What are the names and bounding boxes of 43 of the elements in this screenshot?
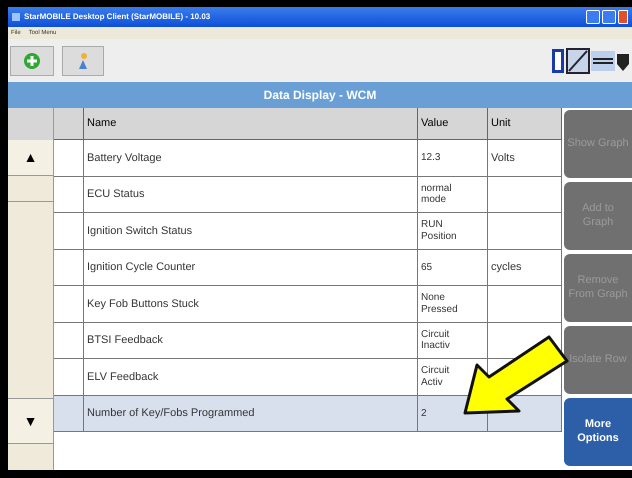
table-cell-text: 65 xyxy=(421,262,434,273)
table-cell-text: None Pressed xyxy=(421,292,459,316)
table-row[interactable]: Number of Key/Fobs Programmed 2 xyxy=(54,396,562,432)
tool-button[interactable] xyxy=(62,46,104,76)
scroll-down-button[interactable]: ▼ xyxy=(8,398,53,444)
window-title: StarMOBILE Desktop Client (StarMOBILE) - 10.03 xyxy=(24,11,210,23)
table-cell-text: Number of Key/Fobs Programmed xyxy=(87,406,255,421)
table-cell-text: Circuit Activ xyxy=(421,365,450,388)
column-header: Value xyxy=(418,108,488,139)
table-cell-text: Ignition Switch Status xyxy=(87,224,192,238)
table-cell-text: Key Fob Buttons Stuck xyxy=(87,296,199,312)
person-icon xyxy=(76,52,90,70)
plus-circle-icon xyxy=(23,52,41,70)
action-button[interactable]: More Options xyxy=(564,398,632,466)
table-cell-text: Battery Voltage xyxy=(87,150,162,166)
table-cell-text: Circuit Inactiv xyxy=(421,328,451,352)
table-cell-text: RUN Position xyxy=(421,219,458,242)
table-cell-text: 12.3 xyxy=(421,152,442,164)
table-cell-text: 2 xyxy=(421,408,428,419)
table-cell-text: Ignition Cycle Counter xyxy=(87,260,196,275)
table-row[interactable]: Ignition Cycle Counter 65 cycles xyxy=(54,250,562,286)
app-icon xyxy=(12,13,20,21)
table-row[interactable]: BTSI Feedback Circuit Inactiv xyxy=(54,322,562,359)
column-header: Name xyxy=(84,108,418,139)
table-cell-text: normal mode xyxy=(421,182,453,206)
header-title: Data Display - WCM xyxy=(264,87,376,104)
no-connection-icon xyxy=(566,48,590,74)
table-cell-text: BTSI Feedback xyxy=(87,333,163,348)
table-row[interactable]: Ignition Switch Status RUN Position xyxy=(54,213,562,250)
maximize-button[interactable] xyxy=(602,10,616,24)
table-cell-text: ECU Status xyxy=(87,187,144,202)
table-row[interactable]: Battery Voltage 12.3 Volts xyxy=(54,140,562,176)
table-row[interactable]: ECU Status normal mode xyxy=(54,176,562,213)
close-button[interactable] xyxy=(618,10,628,24)
table-cell-text: ELV Feedback xyxy=(87,370,158,384)
back-button[interactable] xyxy=(10,46,54,76)
battery-icon xyxy=(551,48,565,74)
minimize-button[interactable] xyxy=(586,10,600,24)
scroll-up-button[interactable]: ▲ xyxy=(8,140,53,176)
column-header: Unit xyxy=(488,108,562,139)
table-cell-text: Volts xyxy=(491,150,515,166)
table-row[interactable]: Key Fob Buttons Stuck None Pressed xyxy=(54,286,562,322)
table-cell-text: cycles xyxy=(491,260,522,275)
